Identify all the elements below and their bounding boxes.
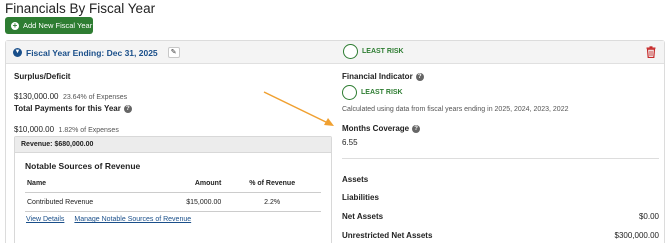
unrestricted-net-assets-row: Unrestricted Net Assets $300,000.00	[342, 231, 659, 240]
divider	[342, 158, 659, 159]
liabilities-label: Liabilities	[342, 193, 379, 202]
risk-indicator-header: LEAST RISK	[343, 44, 404, 59]
add-fiscal-year-label: Add New Fiscal Year	[23, 21, 93, 30]
pencil-icon: ✎	[170, 49, 177, 56]
add-fiscal-year-button[interactable]: + Add New Fiscal Year	[5, 17, 93, 34]
col-pct: % of Revenue	[223, 179, 321, 193]
row-pct: 2.2%	[223, 192, 321, 212]
fiscal-year-card: ▼ Fiscal Year Ending: Dec 31, 2025 ✎ LEA…	[5, 40, 665, 243]
question-icon[interactable]: ?	[415, 72, 424, 81]
surplus-value: $130,000.00	[14, 92, 59, 101]
row-amount: $15,000.00	[158, 192, 224, 212]
unrestricted-label: Unrestricted Net Assets	[342, 231, 433, 240]
fiscal-year-title: Fiscal Year Ending: Dec 31, 2025	[26, 47, 158, 58]
financial-indicator-risk: LEAST RISK	[342, 85, 403, 100]
fiscal-year-toggle[interactable]: ▼ Fiscal Year Ending: Dec 31, 2025 ✎	[13, 47, 180, 58]
notable-sources-table: Name Amount % of Revenue Contributed Rev…	[25, 179, 321, 212]
months-coverage-value: 6.55	[342, 138, 358, 147]
col-amount: Amount	[158, 179, 224, 193]
table-row: Contributed Revenue $15,000.00 2.2%	[25, 192, 321, 212]
surplus-value-row: $130,000.00 23.64% of Expenses	[14, 86, 127, 104]
indicator-risk-label: LEAST RISK	[361, 89, 403, 96]
risk-circle-icon	[343, 44, 358, 59]
surplus-note: 23.64% of Expenses	[62, 94, 128, 101]
net-assets-value: $0.00	[638, 212, 659, 221]
total-payments-label: Total Payments for this Year	[14, 104, 121, 113]
chevron-down-icon: ▼	[13, 48, 22, 57]
assets-label: Assets	[342, 175, 369, 184]
page-title: Financials By Fiscal Year	[5, 1, 156, 16]
question-icon[interactable]: ?	[123, 104, 132, 113]
total-payments-value: $10,000.00	[14, 125, 55, 134]
total-payments-label-row: Total Payments for this Year ?	[14, 104, 132, 113]
surplus-label: Surplus/Deficit	[14, 72, 71, 81]
row-name: Contributed Revenue	[25, 192, 159, 212]
total-payments-note: 1.82% of Expenses	[58, 127, 119, 134]
assets-row: Assets	[342, 175, 659, 184]
liabilities-row: Liabilities	[342, 193, 659, 202]
months-coverage-label: Months Coverage	[342, 124, 410, 133]
col-name: Name	[25, 179, 159, 193]
question-icon[interactable]: ?	[412, 124, 421, 133]
manage-sources-link[interactable]: Manage Notable Sources of Revenue	[74, 216, 191, 223]
revenue-panel: Revenue: $680,000.00 Notable Sources of …	[14, 136, 332, 243]
unrestricted-value: $300,000.00	[614, 231, 660, 240]
financial-indicator-label: Financial Indicator	[342, 72, 413, 81]
notable-sources-title: Notable Sources of Revenue	[25, 161, 141, 171]
calculation-note: Calculated using data from fiscal years …	[342, 106, 569, 113]
months-coverage-label-row: Months Coverage ?	[342, 124, 421, 133]
net-assets-label: Net Assets	[342, 212, 384, 221]
risk-circle-icon	[342, 85, 357, 100]
total-payments-value-row: $10,000.00 1.82% of Expenses	[14, 119, 119, 137]
net-assets-row: Net Assets $0.00	[342, 212, 659, 221]
revenue-links: View Details Manage Notable Sources of R…	[26, 216, 191, 223]
trash-icon[interactable]	[646, 46, 656, 58]
revenue-header: Revenue: $680,000.00	[15, 137, 331, 153]
plus-circle-icon: +	[11, 20, 19, 30]
risk-label: LEAST RISK	[362, 48, 404, 55]
view-details-link[interactable]: View Details	[26, 216, 64, 223]
edit-button[interactable]: ✎	[167, 47, 180, 58]
financial-indicator-label-row: Financial Indicator ?	[342, 72, 424, 81]
